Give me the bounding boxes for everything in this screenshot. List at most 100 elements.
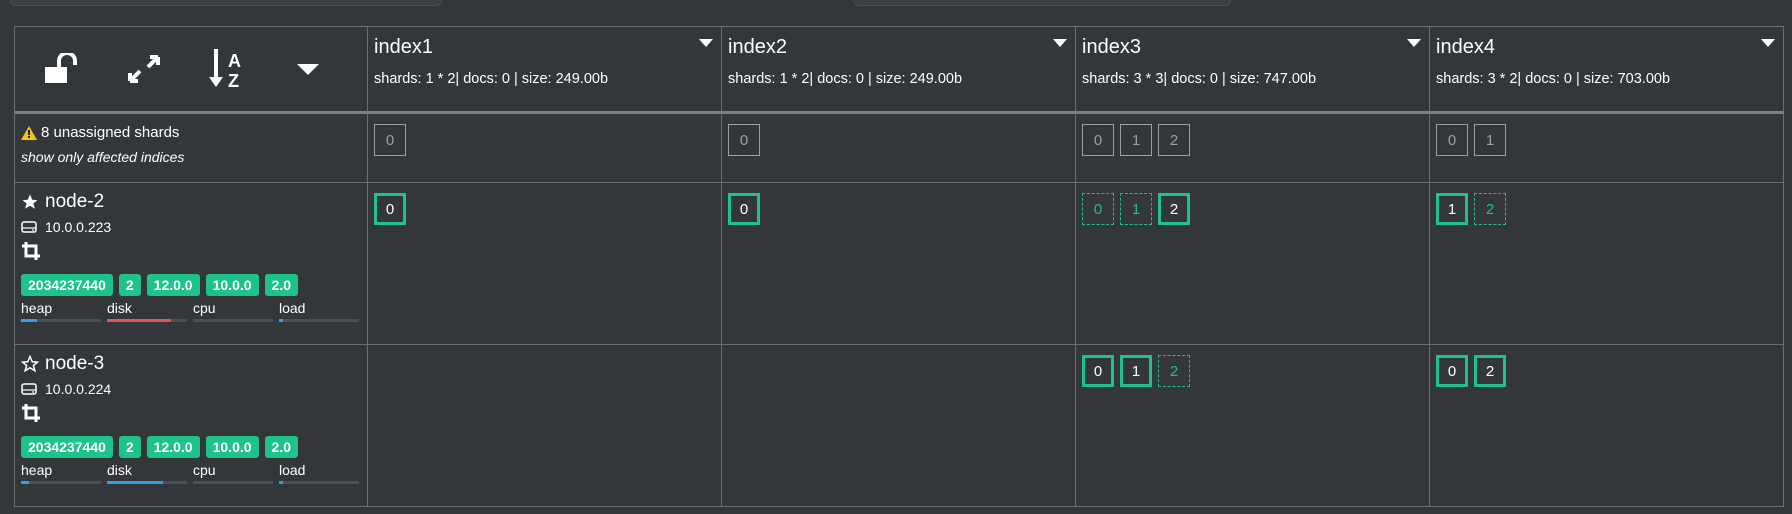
node-badge: 10.0.0	[205, 274, 259, 296]
primary-shard[interactable]: 0	[374, 193, 406, 225]
primary-shard[interactable]: 0	[728, 193, 760, 225]
unassigned-shard[interactable]: 1	[1474, 124, 1506, 156]
crop-icon[interactable]	[21, 403, 41, 423]
caret-down-icon[interactable]	[1407, 39, 1421, 47]
caret-down-icon[interactable]	[699, 39, 713, 47]
cpu-metric: cpu	[193, 462, 273, 484]
show-affected-indices-link[interactable]: show only affected indices	[21, 149, 361, 165]
node-badge: 2034237440	[21, 436, 113, 458]
node-index-shards	[722, 345, 1076, 507]
heap-label: heap	[21, 300, 53, 316]
unassigned-shards: 012	[1076, 114, 1430, 183]
replica-shard[interactable]: 0	[1082, 193, 1114, 225]
cluster-overview-grid: A Z index1 shards: 1 * 2| docs: 0 | size…	[14, 26, 1784, 507]
index-header[interactable]: index1 shards: 1 * 2| docs: 0 | size: 24…	[368, 27, 722, 114]
replica-shard[interactable]: 2	[1474, 193, 1506, 225]
heap-bar-fill	[21, 481, 29, 484]
caret-down-icon[interactable]	[267, 61, 349, 77]
caret-down-icon[interactable]	[1053, 39, 1067, 47]
primary-shard[interactable]: 2	[1474, 355, 1506, 387]
load-label: load	[279, 462, 306, 478]
disk-bar	[107, 481, 187, 484]
index-header[interactable]: index2 shards: 1 * 2| docs: 0 | size: 24…	[722, 27, 1076, 114]
index-name[interactable]: index2	[728, 36, 787, 59]
unassigned-shard[interactable]: 2	[1158, 124, 1190, 156]
disk-label: disk	[107, 300, 132, 316]
node-badge: 2034237440	[21, 274, 113, 296]
svg-text:A: A	[228, 51, 241, 71]
index-header[interactable]: index3 shards: 3 * 3| docs: 0 | size: 74…	[1076, 27, 1430, 114]
node-index-shards: 0	[368, 183, 722, 345]
node-index-shards: 0	[722, 183, 1076, 345]
unassigned-shard[interactable]: 0	[1436, 124, 1468, 156]
primary-shard[interactable]: 0	[1436, 355, 1468, 387]
disk-metric: disk	[107, 462, 187, 484]
primary-shard[interactable]: 0	[1082, 355, 1114, 387]
unassigned-shard[interactable]: 0	[374, 124, 406, 156]
load-bar	[279, 319, 359, 322]
load-label: load	[279, 300, 306, 316]
disk-metric: disk	[107, 300, 187, 322]
index-header[interactable]: index4 shards: 3 * 2| docs: 0 | size: 70…	[1430, 27, 1784, 114]
node-index-shards: 012	[1076, 183, 1430, 345]
caret-down-icon[interactable]	[1761, 39, 1775, 47]
unassigned-shard[interactable]: 0	[1082, 124, 1114, 156]
hard-drive-icon	[21, 221, 37, 233]
node-info-cell: node-2 10.0.0.223 2034237440 2 12.0.0 10…	[15, 183, 368, 345]
sort-az-icon[interactable]: A Z	[185, 47, 267, 91]
node-index-shards: 02	[1430, 345, 1784, 507]
load-metric: load	[279, 300, 359, 322]
cpu-bar	[193, 319, 273, 322]
index-name[interactable]: index3	[1082, 36, 1141, 59]
star-filled-icon[interactable]	[21, 193, 39, 211]
disk-bar-fill	[107, 319, 171, 322]
unassigned-shards: 0	[368, 114, 722, 183]
node-badge: 2	[118, 274, 141, 296]
index-name[interactable]: index1	[374, 36, 433, 59]
unlock-icon[interactable]	[21, 53, 103, 85]
heap-bar	[21, 319, 101, 322]
index-name[interactable]: index4	[1436, 36, 1495, 59]
heap-metric: heap	[21, 462, 101, 484]
replica-shard[interactable]: 1	[1120, 193, 1152, 225]
warning-icon	[21, 125, 37, 140]
index-stats: shards: 3 * 2| docs: 0 | size: 703.00b	[1436, 71, 1671, 87]
toolbar-cell: A Z	[15, 27, 368, 114]
node-index-shards: 012	[1076, 345, 1430, 507]
unassigned-shards: 0	[722, 114, 1076, 183]
node-badge: 2	[118, 436, 141, 458]
node-badge: 10.0.0	[205, 436, 259, 458]
heap-bar-fill	[21, 319, 37, 322]
node-name[interactable]: node-3	[45, 353, 104, 375]
primary-shard[interactable]: 1	[1436, 193, 1468, 225]
unassigned-count-label: 8 unassigned shards	[41, 124, 180, 141]
node-badge: 12.0.0	[146, 436, 200, 458]
heap-metric: heap	[21, 300, 101, 322]
top-right-panel-edge	[853, 0, 1231, 6]
crop-icon[interactable]	[21, 241, 41, 261]
hard-drive-icon	[21, 383, 37, 395]
unassigned-shards-cell: 8 unassigned shards show only affected i…	[15, 114, 368, 183]
unassigned-shard[interactable]: 1	[1120, 124, 1152, 156]
primary-shard[interactable]: 2	[1158, 193, 1190, 225]
star-outline-icon[interactable]	[21, 355, 39, 373]
unassigned-shard[interactable]: 0	[728, 124, 760, 156]
replica-shard[interactable]: 2	[1158, 355, 1190, 387]
expand-arrows-icon[interactable]	[103, 53, 185, 85]
heap-label: heap	[21, 462, 53, 478]
unassigned-shards: 01	[1430, 114, 1784, 183]
load-bar-fill	[279, 319, 283, 322]
load-metric: load	[279, 462, 359, 484]
disk-bar	[107, 319, 187, 322]
unassigned-warning: 8 unassigned shards	[21, 124, 361, 141]
node-name[interactable]: node-2	[45, 191, 104, 213]
load-bar	[279, 481, 359, 484]
primary-shard[interactable]: 1	[1120, 355, 1152, 387]
disk-label: disk	[107, 462, 132, 478]
index-stats: shards: 3 * 3| docs: 0 | size: 747.00b	[1082, 71, 1317, 87]
cpu-label: cpu	[193, 462, 216, 478]
node-info-cell: node-3 10.0.0.224 2034237440 2 12.0.0 10…	[15, 345, 368, 507]
node-badge: 12.0.0	[146, 274, 200, 296]
node-ip: 10.0.0.223	[45, 219, 112, 235]
cpu-bar	[193, 481, 273, 484]
